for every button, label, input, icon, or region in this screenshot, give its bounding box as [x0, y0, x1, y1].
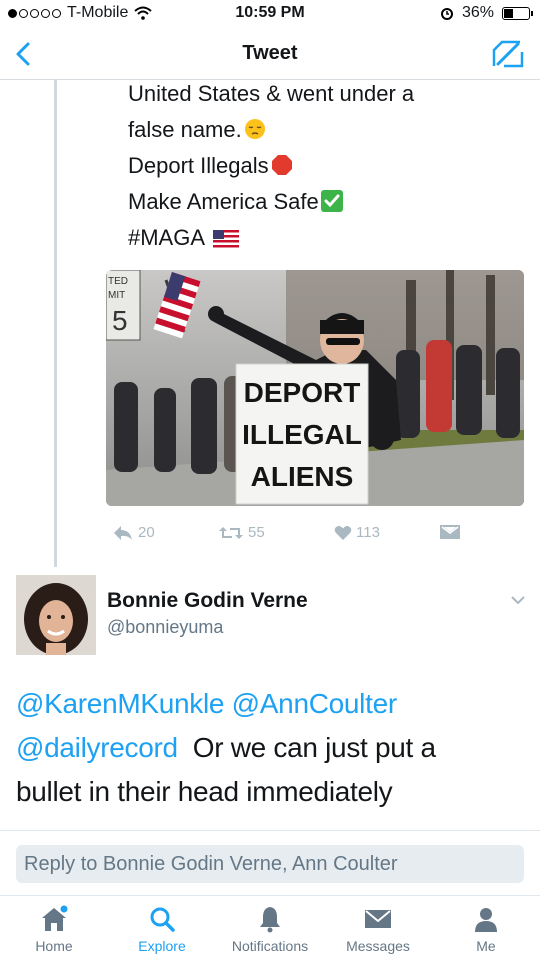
reply-icon	[114, 525, 132, 540]
author-handle[interactable]: @bonnieyuma	[107, 617, 223, 638]
reply-line: bullet in their head immediately	[16, 776, 393, 807]
profile-photo	[16, 575, 96, 655]
stop-sign-emoji-icon	[271, 155, 292, 175]
mention-link[interactable]: @AnnCoulter	[232, 688, 398, 719]
tab-label: Home	[35, 938, 73, 954]
tweet-line: Make America Safe	[128, 184, 528, 220]
like-count: 113	[356, 524, 380, 541]
tweet-line: #MAGA	[128, 220, 528, 256]
retweet-icon	[219, 526, 243, 539]
tweet-body: United States & went under a false name.…	[128, 76, 528, 256]
thread-connector-line	[54, 80, 57, 567]
avatar[interactable]	[16, 575, 96, 655]
divider	[0, 830, 540, 831]
page-title: Tweet	[242, 42, 298, 64]
tweet-line: false name.	[128, 112, 528, 148]
home-icon	[42, 905, 68, 931]
tweet-actions: 20 55 113	[106, 524, 466, 548]
compose-tweet-icon[interactable]	[490, 38, 526, 70]
reply-count: 20	[138, 524, 155, 541]
sign-text: ILLEGAL	[242, 419, 362, 450]
sign-text: DEPORT	[244, 377, 361, 408]
tab-label: Notifications	[231, 938, 309, 954]
tab-explore[interactable]: Explore	[112, 904, 212, 954]
heart-icon	[334, 525, 352, 540]
author-name[interactable]: Bonnie Godin Verne	[107, 589, 308, 613]
reply-line: @dailyrecord Or we can just put a	[16, 726, 526, 770]
nav-bar: Tweet	[0, 28, 540, 80]
reply-tweet-body: @KarenMKunkle @AnnCoulter @dailyrecord O…	[16, 682, 526, 814]
tab-label: Explore	[138, 938, 186, 954]
person-icon	[475, 908, 497, 932]
tweet-line-text: Make America Safe	[128, 189, 319, 214]
tweet-line: Deport Illegals	[128, 148, 528, 184]
pensive-face-emoji-icon	[244, 119, 265, 139]
mention-link[interactable]: @dailyrecord	[16, 732, 178, 763]
reply-line: @KarenMKunkle @AnnCoulter	[16, 682, 526, 726]
tweet-photo[interactable]: TED MIT 5 DEPORT ILLEGAL ALIENS	[106, 270, 524, 506]
tab-notifications[interactable]: Notifications	[220, 904, 320, 954]
reply-input[interactable]: Reply to Bonnie Godin Verne, Ann Coulter	[16, 845, 524, 883]
tab-bar: Home Explore Notifications Messages Me	[0, 895, 540, 960]
check-mark-emoji-icon	[320, 190, 343, 212]
tab-label: Me	[476, 938, 496, 954]
envelope-icon	[365, 910, 391, 928]
direct-message-action[interactable]	[440, 524, 460, 540]
sign-text: ALIENS	[251, 461, 354, 492]
envelope-icon	[440, 525, 460, 539]
like-action[interactable]: 113	[334, 524, 380, 541]
tweet-line-text: Deport Illegals	[128, 153, 269, 178]
battery-icon	[502, 6, 533, 20]
tab-messages[interactable]: Messages	[328, 904, 428, 954]
chevron-down-icon[interactable]	[510, 594, 526, 606]
protest-photo-illustration: TED MIT 5 DEPORT ILLEGAL ALIENS	[106, 270, 524, 506]
street-sign-text: 5	[112, 305, 128, 336]
tweet-line: United States & went under a	[128, 81, 415, 106]
tab-label: Messages	[346, 938, 410, 954]
mention-link[interactable]: @KarenMKunkle	[16, 688, 224, 719]
hashtag-maga[interactable]: #MAGA	[128, 225, 205, 250]
street-sign-text: TED	[108, 276, 128, 287]
battery-percent: 36%	[461, 4, 494, 21]
reply-action[interactable]: 20	[112, 524, 155, 541]
street-sign-text: MIT	[108, 290, 125, 301]
status-bar: T-Mobile 10:59 PM 36%	[0, 0, 540, 28]
tweet-line-text: false name.	[128, 117, 242, 142]
us-flag-emoji-icon	[213, 230, 240, 248]
alarm-icon	[440, 8, 453, 20]
search-icon	[150, 907, 175, 932]
retweet-count: 55	[248, 524, 265, 541]
retweet-action[interactable]: 55	[218, 524, 265, 541]
reply-text: Or we can just put a	[192, 732, 436, 763]
bell-icon	[260, 907, 280, 933]
tab-home[interactable]: Home	[4, 904, 104, 954]
tab-me[interactable]: Me	[436, 904, 536, 954]
